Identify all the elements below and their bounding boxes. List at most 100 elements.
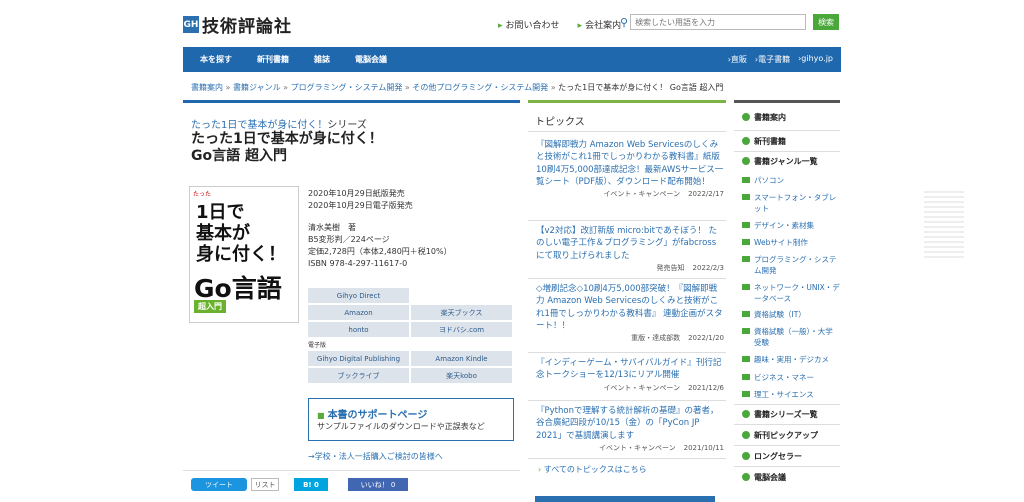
book-info: 2020年10月29日紙版発売 2020年10月29日電子版発売 清水美樹 著 … — [308, 189, 452, 268]
sidebar-item-longseller[interactable]: ロングセラー — [742, 451, 840, 462]
genre-icon — [742, 356, 750, 362]
nav-find-books[interactable]: 本を探す — [200, 54, 232, 65]
genre-icon — [742, 284, 750, 290]
topic-item[interactable]: 【v2対応】改訂新版 micro:bitであそぼう！ たのしい電子工作＆プログラ… — [536, 225, 724, 273]
company-link[interactable]: ▸ 会社案内 — [578, 18, 622, 31]
logo-text: 技術評論社 — [202, 17, 292, 37]
hatena-button[interactable]: B! 0 — [294, 478, 328, 491]
buy-kindle[interactable]: Amazon Kindle — [411, 351, 512, 366]
genre-icon — [742, 328, 750, 334]
sidebar-item-new[interactable]: 新刊書籍 — [742, 136, 840, 147]
buy-gihyo-digital[interactable]: Gihyo Digital Publishing — [308, 351, 409, 366]
breadcrumb-item[interactable]: 書籍案内 — [191, 83, 223, 92]
cover-big-text: 1日で 基本が 身に付く！ — [196, 202, 286, 265]
topics-panel: トピックス 『図解即戦力 Amazon Web Servicesのしくみと技術が… — [528, 103, 726, 502]
sidebar-item-series[interactable]: 書籍シリーズ一覧 — [742, 409, 840, 420]
bullet-icon — [742, 137, 750, 145]
topic-item[interactable]: 『図解即戦力 Amazon Web Servicesのしくみと技術がこれ1冊でし… — [536, 139, 724, 199]
sidebar-item-genres[interactable]: 書籍ジャンル一覧 — [742, 156, 840, 167]
buy-booklive[interactable]: ブックライブ — [308, 368, 409, 383]
support-title: 本書のサポートページ — [317, 406, 428, 421]
sidebar-item-denno[interactable]: 電脳会議 — [742, 472, 840, 483]
buy-amazon[interactable]: Amazon — [308, 305, 409, 320]
genre-icon — [742, 239, 750, 245]
breadcrumb-item[interactable]: その他プログラミング・システム開発 — [412, 83, 548, 92]
topic-item[interactable]: 『Pythonで理解する統計解析の基礎』の著者，谷合廣紀四段が10/15（金）の… — [536, 405, 724, 453]
sidebar-genre-pc[interactable]: パソコン — [742, 175, 840, 186]
bullet-icon — [742, 410, 750, 418]
digital-label: 電子版 — [308, 342, 327, 349]
genre-icon — [742, 222, 750, 228]
contact-link[interactable]: ▸ お問い合わせ — [498, 18, 560, 31]
sidebar-genre-network[interactable]: ネットワーク・UNIX・データベース — [742, 282, 840, 304]
breadcrumb-sep: » — [225, 83, 231, 92]
site-logo[interactable]: GH 技術評論社 — [183, 12, 292, 37]
search-icon: ⚲ — [620, 15, 629, 29]
nav-magazines[interactable]: 雑誌 — [314, 54, 330, 65]
genre-icon — [742, 374, 750, 380]
sidebar-genre-web[interactable]: Webサイト制作 — [742, 237, 840, 248]
sidebar-genre-it-cert[interactable]: 資格試験（IT） — [742, 309, 840, 320]
nav-new-books[interactable]: 新刊書籍 — [257, 54, 289, 65]
breadcrumb-item[interactable]: プログラミング・システム開発 — [291, 83, 403, 92]
breadcrumb-current: たった1日で基本が身に付く！ Go言語 超入門 — [558, 83, 724, 92]
buy-honto[interactable]: honto — [308, 322, 409, 337]
support-box[interactable]: 本書のサポートページ サンプルファイルのダウンロードや正誤表など — [308, 398, 514, 441]
sidebar-genre-programming[interactable]: プログラミング・システム開発 — [742, 254, 840, 276]
topic-item[interactable]: ◇増刷記念◇10刷4万5,000部突破！『図解即戦力 Amazon Web Se… — [536, 283, 724, 343]
breadcrumb-sep: » — [283, 83, 289, 92]
buy-yodobashi[interactable]: ヨドバシ.com — [411, 322, 512, 337]
logo-mark-icon: GH — [183, 16, 199, 33]
breadcrumb-item[interactable]: 書籍ジャンル — [233, 83, 281, 92]
search-button[interactable]: 検索 — [813, 14, 840, 30]
topic-item[interactable]: 『インディーゲーム・サバイバルガイド』刊行記念トークショーを12/13にリアル開… — [536, 357, 724, 393]
cover-text-column — [924, 191, 964, 261]
sidebar-genre-smartphone[interactable]: スマートフォン・タブレット — [742, 192, 840, 214]
buy-rakuten[interactable]: 楽天ブックス — [411, 305, 512, 320]
arrow-icon: ▸ — [498, 21, 503, 31]
buy-gihyo-direct[interactable]: Gihyo Direct — [308, 288, 409, 303]
sidebar-item-books[interactable]: 書籍案内 — [742, 112, 840, 123]
genre-icon — [742, 311, 750, 317]
genre-icon — [742, 194, 750, 200]
nav-ebooks[interactable]: ›電子書籍 — [755, 54, 790, 65]
facebook-like-button[interactable]: いいね！ 0 — [348, 478, 408, 491]
main-divider — [183, 100, 520, 103]
nav-denno-kaigi[interactable]: 電脳会議 — [355, 54, 387, 65]
genre-icon — [742, 177, 750, 183]
header-links: ▸ お問い合わせ ▸ 会社案内 — [498, 18, 621, 31]
nav-gihyo-jp[interactable]: ›gihyo.jp — [798, 54, 833, 65]
sidebar-genre-science[interactable]: 理工・サイエンス — [742, 389, 840, 400]
purchase-buttons: Gihyo Direct Amazon 楽天ブックス honto ヨドバシ.com … — [308, 288, 512, 385]
breadcrumb: 書籍案内 » 書籍ジャンル » プログラミング・システム開発 » その他プログラ… — [191, 82, 723, 93]
all-topics-link[interactable]: すべてのトピックスはこちら — [538, 464, 647, 475]
main-nav: 本を探す 新刊書籍 雑誌 電脳会議 ›直販 ›電子書籍 ›gihyo.jp — [183, 47, 841, 72]
series-link[interactable]: たった1日で基本が身に付く！ — [191, 120, 327, 131]
sidebar-genre-business[interactable]: ビジネス・マネー — [742, 372, 840, 383]
sidebar-genre-general-cert[interactable]: 資格試験（一般）・大学受験 — [742, 326, 840, 348]
bullet-icon — [742, 452, 750, 460]
social-bar: ツイート リスト B! 0 いいね！ 0 — [183, 470, 520, 502]
genre-icon — [742, 391, 750, 397]
bullet-icon — [742, 473, 750, 481]
genre-icon — [742, 256, 750, 262]
sidebar-genre-design[interactable]: デザイン・素材集 — [742, 220, 840, 231]
banner-ad[interactable] — [535, 496, 715, 502]
sidebar-genre-hobby[interactable]: 趣味・実用・デジカメ — [742, 354, 840, 365]
bulk-purchase-link[interactable]: →学校・法人一括購入ご検討の皆様へ — [308, 451, 443, 462]
buy-kobo[interactable]: 楽天kobo — [411, 368, 512, 383]
sidebar-item-pickup[interactable]: 新刊ピックアップ — [742, 430, 840, 441]
tweet-button[interactable]: ツイート — [191, 478, 247, 491]
nav-direct[interactable]: ›直販 — [728, 54, 747, 65]
twitter-list-button[interactable]: リスト — [251, 478, 279, 491]
bullet-icon — [742, 157, 750, 165]
series-label: たった1日で基本が身に付く！シリーズ — [191, 120, 367, 131]
bullet-icon — [742, 431, 750, 439]
sidebar: 書籍案内 新刊書籍 書籍ジャンル一覧 パソコン スマートフォン・タブレット デザ… — [734, 103, 840, 502]
search-input[interactable] — [630, 14, 807, 30]
search-box: ⚲ 検索 — [620, 14, 840, 30]
support-subtitle: サンプルファイルのダウンロードや正誤表など — [317, 422, 485, 431]
breadcrumb-sep: » — [550, 83, 556, 92]
bullet-icon — [742, 113, 750, 121]
book-title: たった1日で基本が身に付く！ Go言語 超入門 — [191, 131, 383, 164]
